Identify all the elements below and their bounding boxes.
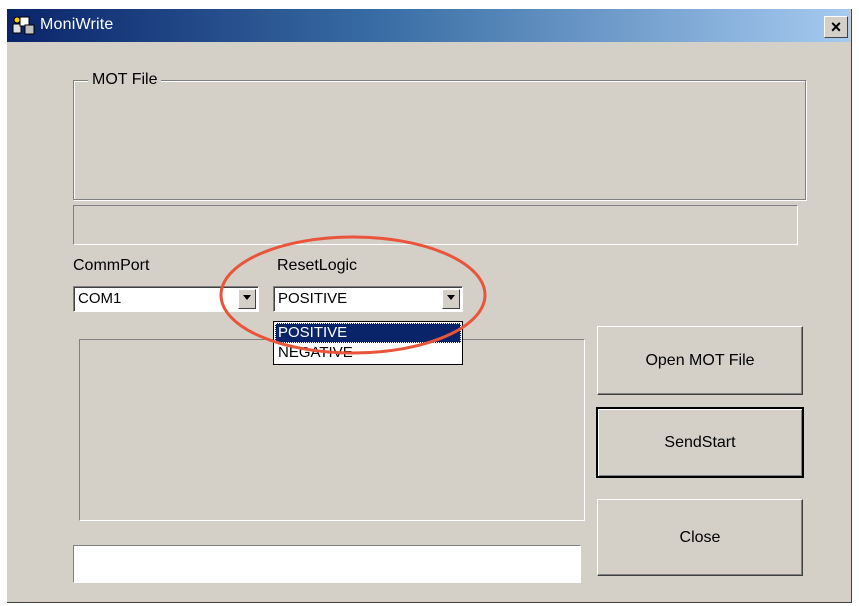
close-icon[interactable]: × [824, 16, 848, 38]
window-title: MoniWrite [40, 16, 114, 33]
chevron-down-icon[interactable] [238, 289, 256, 309]
title-bar[interactable]: MoniWrite × [7, 9, 850, 42]
log-output-area[interactable] [79, 339, 585, 521]
mot-file-group-label: MOT File [88, 71, 162, 89]
status-field[interactable] [73, 545, 581, 583]
open-mot-file-button[interactable]: Open MOT File [597, 326, 803, 395]
resetlogic-option-negative[interactable]: NEGATIVE [275, 343, 461, 363]
app-icon [12, 16, 35, 35]
send-start-button[interactable]: SendStart [596, 407, 804, 478]
chevron-down-icon[interactable] [442, 289, 460, 309]
mot-file-path-field[interactable] [73, 205, 798, 245]
commport-select[interactable]: COM1 [73, 286, 259, 312]
moniwrite-window: MoniWrite × MOT File CommPort COM1 Reset… [7, 9, 852, 603]
resetlogic-dropdown-list: POSITIVE NEGATIVE [273, 321, 463, 365]
resetlogic-option-positive[interactable]: POSITIVE [275, 323, 461, 343]
resetlogic-value: POSITIVE [278, 290, 348, 307]
commport-value: COM1 [78, 290, 122, 307]
close-button[interactable]: Close [597, 499, 803, 576]
resetlogic-select[interactable]: POSITIVE [273, 286, 463, 312]
resetlogic-label: ResetLogic [277, 257, 358, 274]
mot-file-groupbox [73, 80, 806, 200]
commport-label: CommPort [73, 257, 150, 274]
